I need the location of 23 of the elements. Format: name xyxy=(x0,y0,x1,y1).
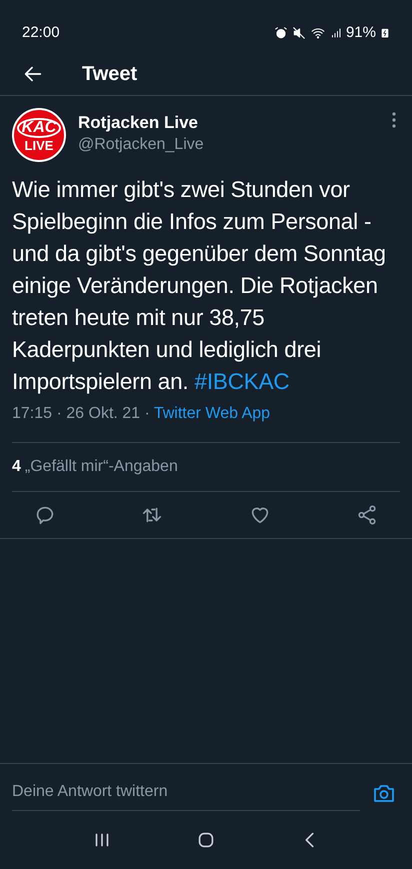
reply-icon xyxy=(34,504,56,526)
clock-time: 22:00 xyxy=(22,22,60,43)
tweet-timestamp: 17:15 · 26 Okt. 21 · xyxy=(12,404,150,424)
avatar-logo-text: LIVE xyxy=(24,138,54,152)
avatar-logo-text: KAC xyxy=(16,118,62,138)
share-icon xyxy=(356,504,378,526)
author-name: Rotjacken Live xyxy=(78,112,199,134)
alarm-icon xyxy=(274,26,288,40)
wifi-icon xyxy=(310,26,326,40)
signal-icon xyxy=(330,26,342,40)
source-link[interactable]: Twitter Web App xyxy=(154,402,270,426)
battery-charging-icon xyxy=(380,26,390,40)
author-handle: @Rotjacken_Live xyxy=(78,135,205,155)
reply-field[interactable]: Deine Antwort twittern xyxy=(12,774,360,811)
avatar[interactable]: KAC LIVE xyxy=(12,108,66,162)
battery-percent: 91% xyxy=(346,22,376,43)
mute-icon xyxy=(292,26,306,40)
more-vertical-icon xyxy=(392,112,396,128)
page-title: Tweet xyxy=(82,62,138,86)
hashtag-link[interactable]: #IBCKAC xyxy=(194,369,290,394)
likes-label: „Gefällt mir“-Angaben xyxy=(24,457,178,477)
like-count: 4 xyxy=(12,457,21,477)
tweet-text: Wie immer gibt's zwei Stunden vor Spielbeginn die Infos zum Personal - und da gibt's gegenüber dem Sonntag einige Veränderungen. Die Rotjacken treten heute mit nur 38,75 Kaderpunkten und lediglich drei Importspielern an. #IBCKAC xyxy=(11,176,387,396)
